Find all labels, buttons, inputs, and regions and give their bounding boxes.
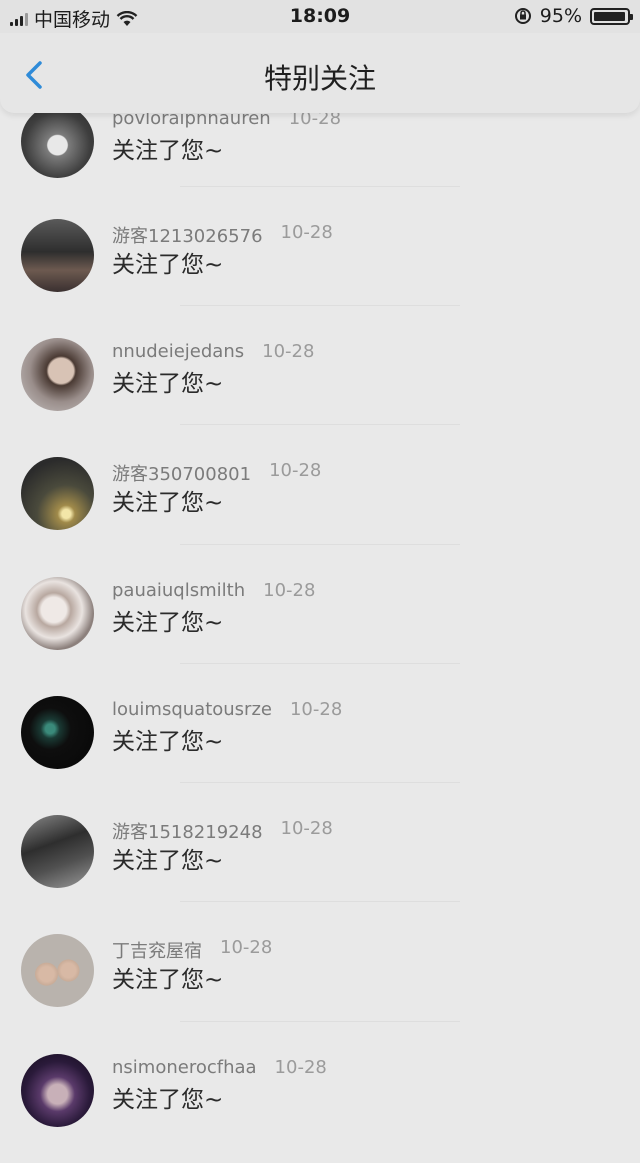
avatar[interactable]	[21, 577, 94, 650]
battery-percent: 95%	[539, 5, 582, 27]
follow-message: 关注了您~	[112, 729, 224, 755]
username[interactable]: nnudeiejedans	[112, 341, 244, 362]
follow-date: 10-28	[280, 222, 333, 243]
username[interactable]: nsimonerocfhaa	[112, 1057, 257, 1078]
list-item[interactable]: 游客1213026576 10-28 关注了您~	[0, 209, 640, 328]
follow-date: 10-28	[289, 699, 343, 720]
avatar[interactable]	[21, 934, 94, 1007]
divider	[180, 544, 460, 545]
list-item[interactable]: nsimonerocfhaa 10-28 关注了您~	[0, 1044, 640, 1163]
follow-date: 10-28	[280, 818, 333, 839]
follow-date: 10-28	[274, 1057, 327, 1078]
divider	[180, 1021, 460, 1022]
follow-date: 10-28	[220, 937, 273, 958]
divider	[180, 663, 460, 664]
nav-bar: 特别关注	[0, 33, 640, 113]
divider	[180, 424, 460, 425]
follow-date: 10-28	[269, 460, 322, 481]
username[interactable]: louimsquatousrze	[112, 699, 272, 720]
page-title: 特别关注	[263, 62, 376, 95]
follow-message: 关注了您~	[112, 252, 224, 278]
divider	[180, 901, 460, 902]
follow-message: 关注了您~	[112, 1087, 224, 1113]
battery-icon	[590, 7, 633, 25]
list-item[interactable]: 游客350700801 10-28 关注了您~	[0, 447, 640, 566]
avatar[interactable]	[21, 338, 94, 411]
follow-message: 关注了您~	[112, 610, 224, 636]
avatar[interactable]	[21, 457, 94, 530]
follow-message: 关注了您~	[112, 490, 224, 516]
divider	[180, 782, 460, 783]
avatar[interactable]	[21, 105, 94, 178]
list-item[interactable]: nnudeiejedans 10-28 关注了您~	[0, 328, 640, 447]
status-bar: 中国移动 18:09 95%	[0, 0, 640, 33]
list-item[interactable]: louimsquatousrze 10-28 关注了您~	[0, 686, 640, 805]
divider	[180, 186, 460, 187]
avatar[interactable]	[21, 1054, 94, 1127]
avatar[interactable]	[21, 219, 94, 292]
rotation-lock-icon	[514, 8, 531, 24]
list-item[interactable]: pauaiuqlsmilth 10-28 关注了您~	[0, 567, 640, 686]
follow-message: 关注了您~	[112, 848, 224, 874]
list-item[interactable]: 游客1518219248 10-28 关注了您~	[0, 805, 640, 924]
divider	[180, 305, 460, 306]
follow-message: 关注了您~	[112, 371, 224, 397]
follow-date: 10-28	[263, 580, 316, 601]
follow-date: 10-28	[262, 341, 315, 362]
username[interactable]: pauaiuqlsmilth	[112, 580, 245, 601]
avatar[interactable]	[21, 696, 94, 769]
avatar[interactable]	[21, 815, 94, 888]
follow-message: 关注了您~	[112, 967, 224, 993]
follow-message: 关注了您~	[112, 138, 224, 164]
list-item[interactable]: 丁吉兖屋宿 10-28 关注了您~	[0, 924, 640, 1043]
